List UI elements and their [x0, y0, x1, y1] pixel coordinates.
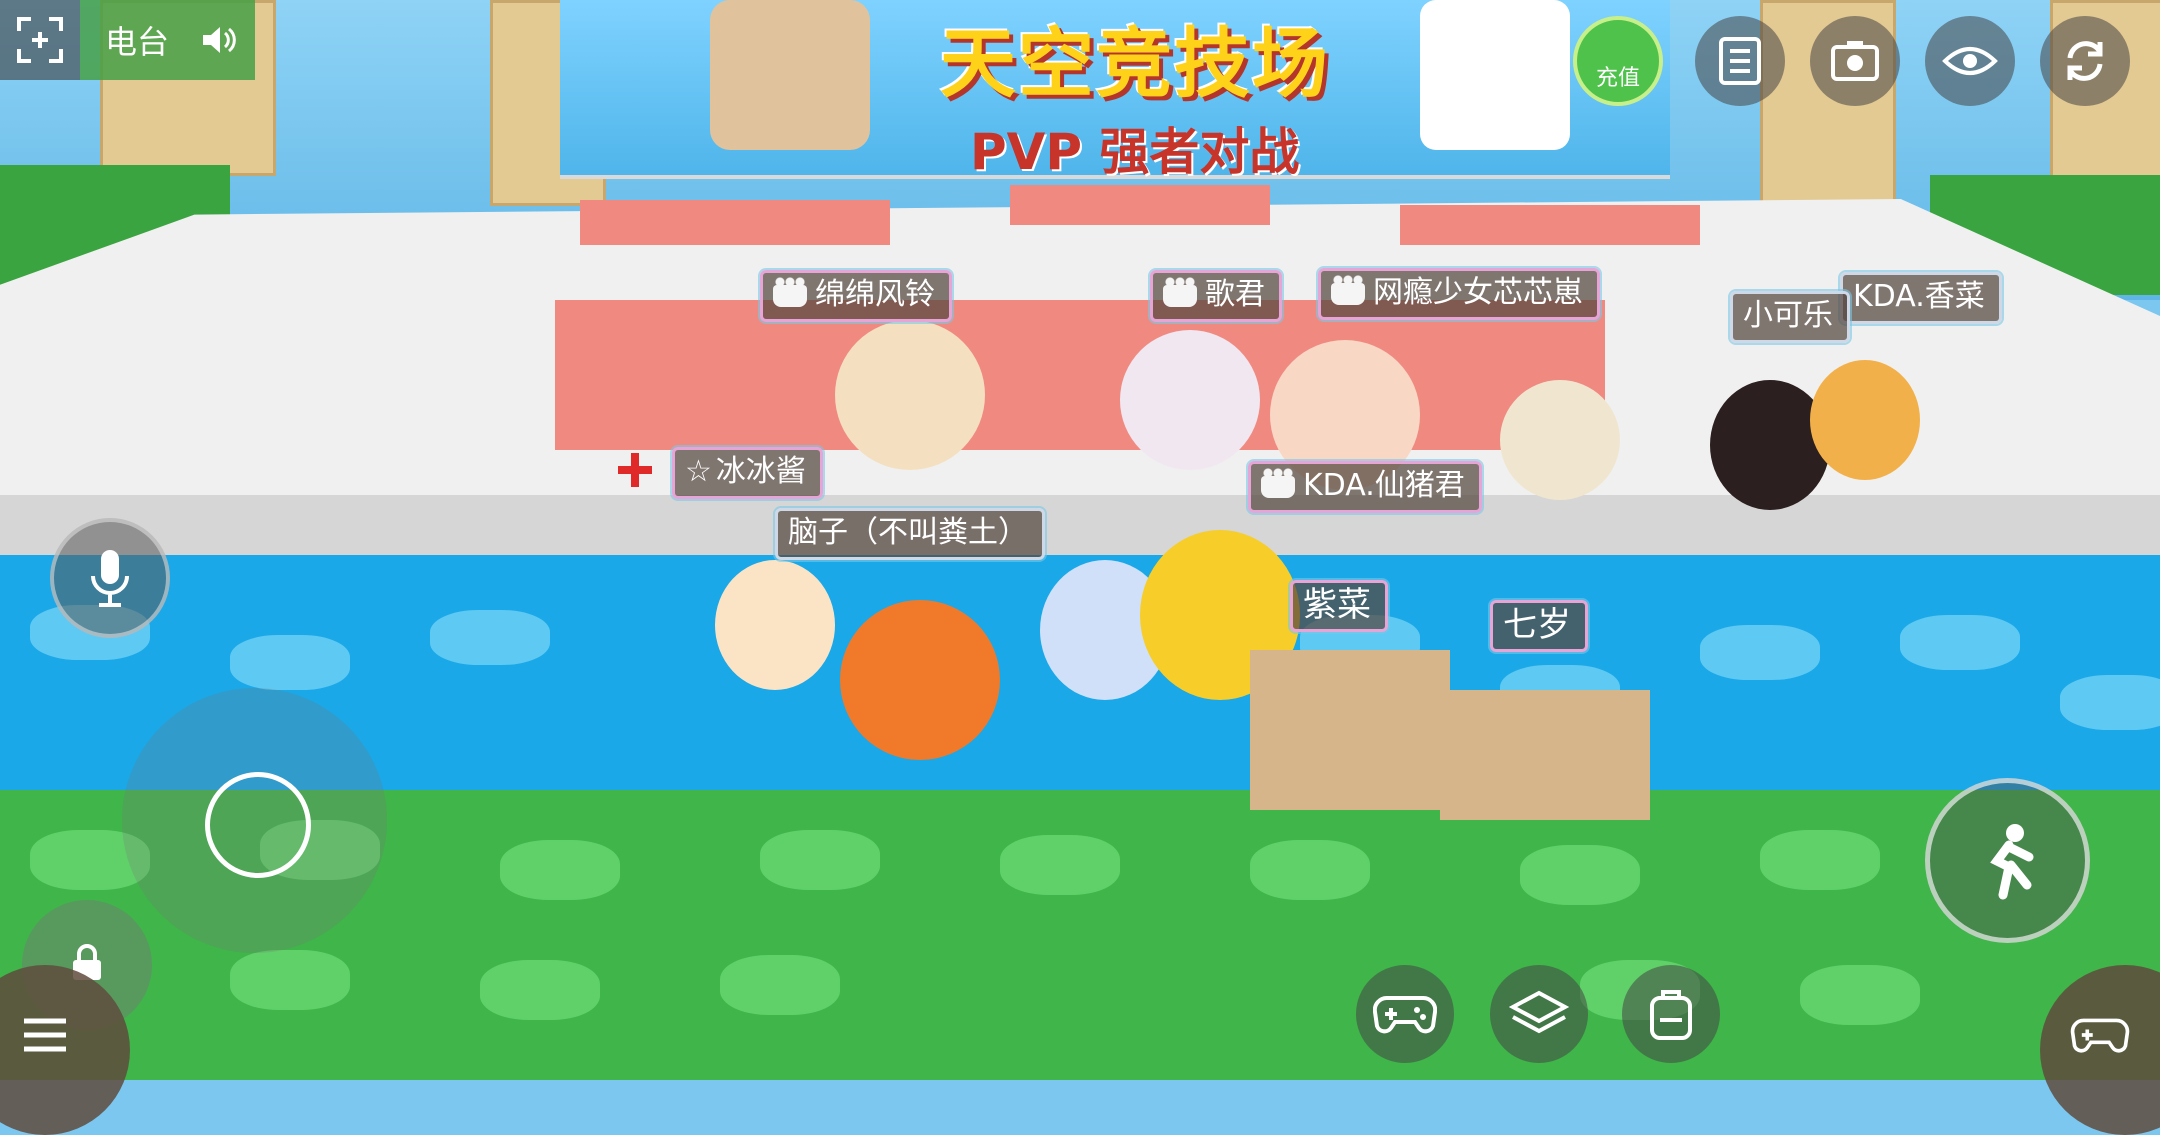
- red-cross-icon: [618, 453, 652, 487]
- camera-icon: [1831, 41, 1879, 81]
- red-pad: [1400, 205, 1700, 245]
- player-name: 歌君: [1205, 277, 1265, 312]
- cardboard-box: [1250, 650, 1450, 810]
- player-name-tag[interactable]: ☆ 冰冰酱: [672, 447, 823, 499]
- cardboard-box: [1440, 690, 1650, 820]
- player-name-tag[interactable]: KDA.香菜: [1840, 272, 2002, 324]
- player-character: [835, 320, 985, 470]
- speaker-icon: [203, 27, 236, 53]
- player-name: KDA.仙猪君: [1303, 468, 1465, 503]
- gamepad-icon: [2070, 1018, 2130, 1053]
- player-name: 小可乐: [1743, 298, 1833, 333]
- player-name: 冰冰酱: [715, 454, 806, 489]
- player-name-tag[interactable]: 绵绵风铃: [760, 270, 952, 322]
- player-name: 脑子（不叫粪土）: [788, 515, 1028, 550]
- red-pad: [1010, 185, 1270, 225]
- player-name: 网瘾少女芯芯崽: [1373, 275, 1583, 310]
- player-name-tag[interactable]: 小可乐: [1730, 291, 1850, 343]
- refresh-button[interactable]: [2040, 16, 2130, 106]
- player-name-tag[interactable]: KDA.仙猪君: [1248, 461, 1482, 513]
- player-name-tag[interactable]: 网瘾少女芯芯崽: [1318, 268, 1600, 320]
- joystick-knob[interactable]: [205, 772, 311, 878]
- mic-button[interactable]: [50, 518, 170, 638]
- layers-icon: [1509, 990, 1569, 1034]
- player-name: 七岁: [1503, 605, 1571, 645]
- player-character: [715, 560, 835, 690]
- view-button[interactable]: [1925, 16, 2015, 106]
- player-character: [840, 600, 1000, 760]
- banner-subtitle: PVP 强者对战: [970, 123, 1300, 181]
- snowman-mascot: [1420, 0, 1570, 150]
- list-icon: [1719, 37, 1761, 85]
- banner-title: 天空竞技场: [940, 19, 1330, 108]
- player-name: 绵绵风铃: [815, 277, 935, 312]
- recharge-button[interactable]: 充值: [1573, 16, 1663, 106]
- menu-icon: [24, 1018, 66, 1052]
- star-icon: ☆: [685, 454, 712, 489]
- recharge-label: 充值: [1595, 66, 1640, 91]
- monkey-mascot: [710, 0, 870, 150]
- player-character: [1500, 380, 1620, 500]
- gamepad-button[interactable]: [1356, 965, 1454, 1063]
- red-pad: [555, 300, 1605, 450]
- player-name-tag[interactable]: 紫菜: [1290, 580, 1388, 632]
- crown-icon: [1163, 276, 1197, 307]
- jump-icon: [1989, 823, 2033, 899]
- refresh-icon: [2067, 41, 2103, 81]
- crown-icon: [773, 276, 807, 307]
- player-character: [1120, 330, 1260, 470]
- jump-button[interactable]: [1925, 778, 2090, 943]
- radio-button[interactable]: 电台: [80, 0, 255, 80]
- radio-label: 电台: [105, 23, 170, 61]
- list-button[interactable]: [1695, 16, 1785, 106]
- red-pad: [580, 200, 890, 245]
- eye-icon: [1942, 47, 1998, 75]
- fullscreen-frame-icon: [17, 17, 63, 63]
- player-name-tag[interactable]: 歌君: [1150, 270, 1282, 322]
- player-name-tag[interactable]: 脑子（不叫粪土）: [775, 508, 1045, 560]
- player-character: [1810, 360, 1920, 480]
- camera-button[interactable]: [1810, 16, 1900, 106]
- player-name: 紫菜: [1303, 585, 1371, 625]
- backpack-icon: [1650, 990, 1692, 1040]
- backpack-button[interactable]: [1622, 965, 1720, 1063]
- crown-icon: [1331, 274, 1365, 305]
- mic-icon: [91, 550, 129, 607]
- screenshot-frame-button[interactable]: [0, 0, 80, 80]
- player-name-tag[interactable]: 七岁: [1490, 600, 1588, 652]
- player-name: KDA.香菜: [1853, 279, 1985, 314]
- crown-icon: [1261, 467, 1295, 498]
- build-layers-button[interactable]: [1490, 965, 1588, 1063]
- gamepad-icon: [1373, 995, 1437, 1034]
- arena-banner: 天空竞技场 PVP 强者对战: [560, 0, 1670, 181]
